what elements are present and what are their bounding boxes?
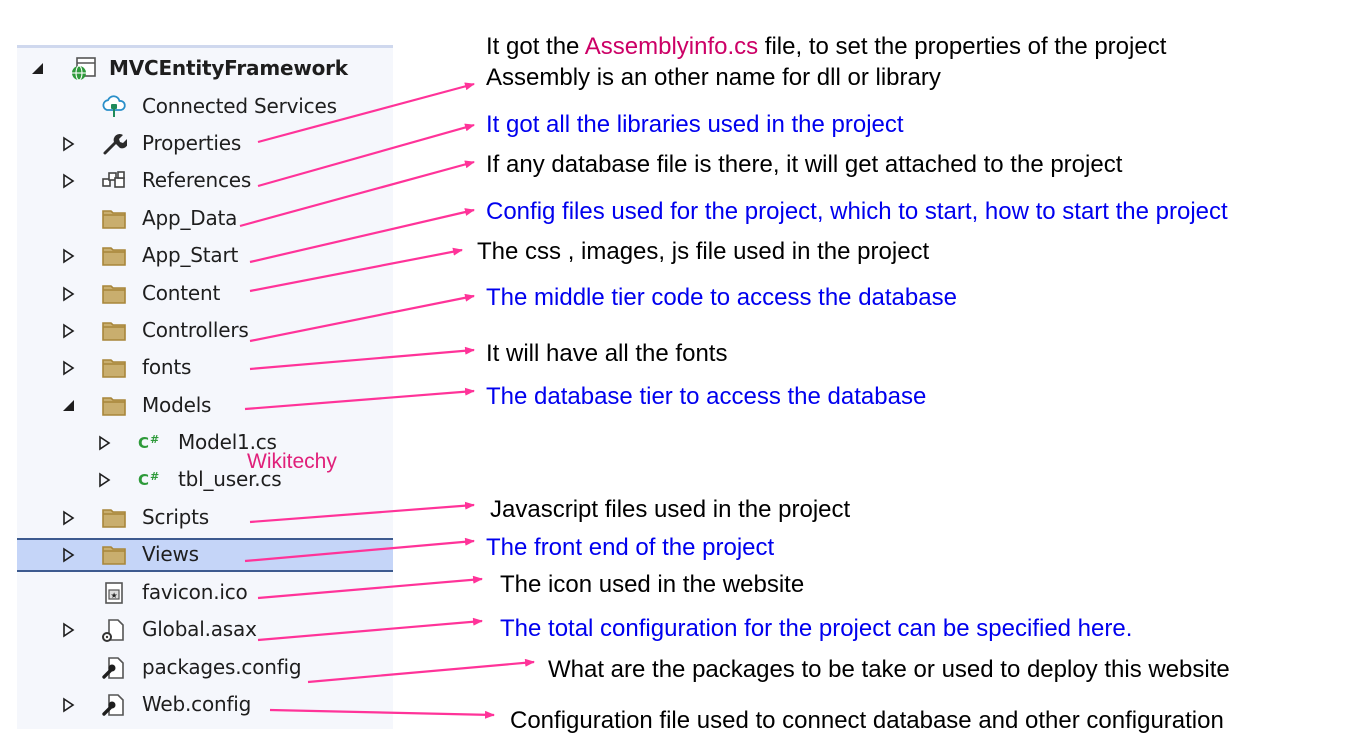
note-references: It got all the libraries used in the pro… <box>486 111 904 138</box>
arrow-webconfig <box>269 708 495 719</box>
note-packages: What are the packages to be take or used… <box>548 656 1230 683</box>
arrow-fonts <box>249 346 475 371</box>
arrow-app-data <box>239 160 475 228</box>
note-text: file, to set the properties of the proje… <box>758 33 1167 60</box>
arrow-scripts <box>249 501 475 524</box>
note-content: The css , images, js file used in the pr… <box>477 238 930 265</box>
arrow-favicon <box>257 575 483 600</box>
arrow-models <box>244 387 475 411</box>
assemblyinfo-highlight: Assemblyinfo.cs <box>584 33 759 60</box>
arrow-views <box>244 537 475 563</box>
note-scripts: Javascript files used in the project <box>490 496 851 523</box>
note-favicon: The icon used in the website <box>500 571 805 598</box>
note-app-start: Config files used for the project, which… <box>486 198 1228 225</box>
note-properties-line2: Assembly is an other name for dll or lib… <box>486 64 941 91</box>
note-views: The front end of the project <box>486 534 775 561</box>
note-app-data: If any database file is there, it will g… <box>486 151 1123 178</box>
note-webconfig: Configuration file used to connect datab… <box>510 707 1224 734</box>
note-properties-line1: It got the Assemblyinfo.cs file, to set … <box>486 33 1166 61</box>
arrow-global <box>257 617 483 642</box>
note-models: The database tier to access the database <box>486 383 927 410</box>
arrow-content <box>249 247 463 293</box>
arrow-controllers <box>249 293 475 343</box>
note-fonts: It will have all the fonts <box>486 340 728 367</box>
arrow-packages <box>307 658 535 684</box>
note-controllers: The middle tier code to access the datab… <box>486 284 957 311</box>
note-text: It got the <box>486 33 585 60</box>
note-global: The total configuration for the project … <box>500 615 1133 642</box>
